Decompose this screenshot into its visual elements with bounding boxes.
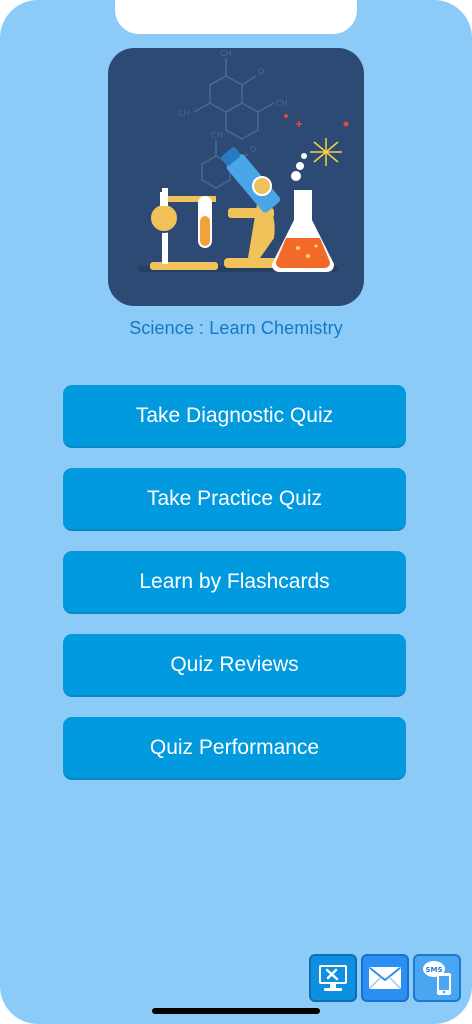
support-tools-icon: [319, 965, 347, 991]
home-indicator[interactable]: [152, 1008, 320, 1014]
svg-text:CH: CH: [276, 99, 288, 108]
quiz-performance-button[interactable]: Quiz Performance: [63, 717, 406, 780]
svg-text:CH: CH: [178, 109, 190, 118]
svg-text:O: O: [250, 145, 256, 154]
app-title: Science : Learn Chemistry: [129, 318, 343, 338]
device-notch: [115, 0, 357, 34]
svg-text:CH: CH: [211, 131, 223, 140]
sms-icon: SMS: [423, 961, 451, 995]
quiz-reviews-button[interactable]: Quiz Reviews: [63, 634, 406, 697]
sms-button[interactable]: SMS: [413, 954, 461, 1002]
svg-text:CH: CH: [220, 49, 232, 58]
svg-text:O: O: [258, 67, 264, 76]
learn-by-flashcards-button[interactable]: Learn by Flashcards: [63, 551, 406, 614]
support-button[interactable]: [309, 954, 357, 1002]
chemistry-lab-icon: CH O CH CH CH O: [108, 48, 364, 306]
sms-label: SMS: [425, 966, 442, 974]
take-practice-quiz-button[interactable]: Take Practice Quiz: [63, 468, 406, 531]
app-screen: CH O CH CH CH O Science: Learn Chemistr…: [0, 0, 472, 1024]
mail-icon: [369, 967, 401, 989]
take-diagnostic-quiz-button[interactable]: Take Diagnostic Quiz: [63, 385, 406, 448]
mail-button[interactable]: [361, 954, 409, 1002]
bottom-dock: SMS: [309, 954, 461, 1002]
